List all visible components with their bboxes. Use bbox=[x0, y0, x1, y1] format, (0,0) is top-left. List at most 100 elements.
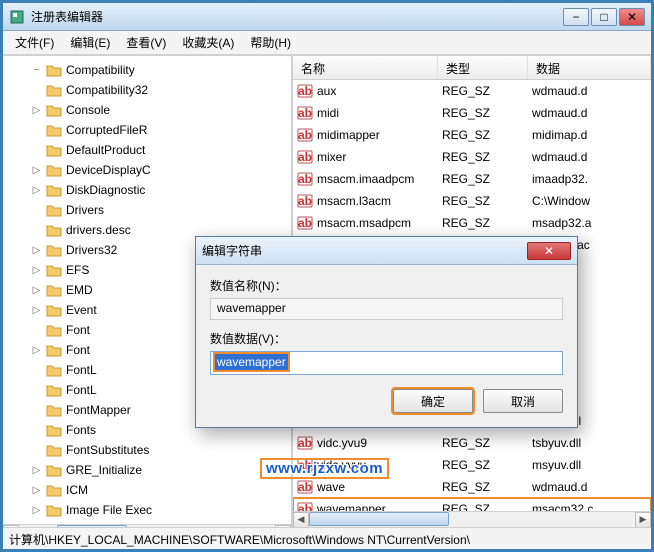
folder-icon bbox=[46, 83, 62, 97]
svg-text:ab: ab bbox=[298, 216, 312, 230]
tree-expander-icon[interactable] bbox=[31, 405, 42, 416]
tree-item[interactable]: Compatibility32 bbox=[3, 80, 291, 100]
list-row[interactable]: abauxREG_SZwdmaud.d bbox=[293, 80, 651, 102]
list-row[interactable]: abmsacm.l3acmREG_SZC:\Window bbox=[293, 190, 651, 212]
tree-expander-icon[interactable] bbox=[31, 365, 42, 376]
list-name: midimapper bbox=[317, 128, 442, 142]
list-name: msacm.l3acm bbox=[317, 194, 442, 208]
list-type: REG_SZ bbox=[442, 436, 532, 450]
tree-item[interactable]: Drivers bbox=[3, 200, 291, 220]
tree-expander-icon[interactable] bbox=[31, 145, 42, 156]
scroll-thumb[interactable] bbox=[57, 525, 127, 528]
list-name: msacm.msadpcm bbox=[317, 216, 442, 230]
folder-icon bbox=[46, 203, 62, 217]
scroll-left-button[interactable]: ◀ bbox=[293, 512, 309, 528]
tree-item-label: Event bbox=[66, 303, 97, 317]
maximize-button[interactable]: □ bbox=[591, 8, 617, 26]
tree-expander-icon[interactable] bbox=[31, 445, 42, 456]
menu-help[interactable]: 帮助(H) bbox=[242, 32, 299, 53]
minimize-button[interactable]: − bbox=[563, 8, 589, 26]
tree-expander-icon[interactable]: ▷ bbox=[31, 465, 42, 476]
tree-item[interactable]: ▷Console bbox=[3, 100, 291, 120]
tree-expander-icon[interactable]: ▷ bbox=[31, 265, 42, 276]
list-row[interactable]: abmidimapperREG_SZmidimap.d bbox=[293, 124, 651, 146]
tree-expander-icon[interactable]: ▷ bbox=[31, 165, 42, 176]
tree-item[interactable]: ▷GRE_Initialize bbox=[3, 460, 291, 480]
tree-item[interactable]: ▷ DiskDiagnostic bbox=[3, 180, 291, 200]
scroll-thumb[interactable] bbox=[309, 512, 449, 526]
list-data: wdmaud.d bbox=[532, 84, 651, 98]
menu-edit[interactable]: 编辑(E) bbox=[62, 32, 118, 53]
list-data: msadp32.a bbox=[532, 216, 651, 230]
col-name[interactable]: 名称 bbox=[293, 56, 438, 79]
tree-item[interactable]: CorruptedFileR bbox=[3, 120, 291, 140]
tree-expander-icon[interactable]: ▷ bbox=[31, 345, 42, 356]
tree-item[interactable]: ▷ICM bbox=[3, 480, 291, 500]
tree-expander-icon[interactable]: ▷ bbox=[31, 505, 42, 516]
tree-expander-icon[interactable] bbox=[31, 225, 42, 236]
tree-expander-icon[interactable]: ▷ bbox=[31, 305, 42, 316]
tree-expander-icon[interactable] bbox=[31, 125, 42, 136]
tree-expander-icon[interactable] bbox=[31, 425, 42, 436]
tree-expander-icon[interactable]: ▷ bbox=[31, 105, 42, 116]
value-data-label: 数值数据(V)： bbox=[210, 330, 563, 347]
col-data[interactable]: 数据 bbox=[528, 56, 651, 79]
tree-expander-icon[interactable]: − bbox=[31, 65, 42, 76]
list-name: aux bbox=[317, 84, 442, 98]
list-hscrollbar[interactable]: ◀ ▶ bbox=[293, 511, 651, 527]
tree-expander-icon[interactable] bbox=[31, 325, 42, 336]
tree-item[interactable]: FontSubstitutes bbox=[3, 440, 291, 460]
list-row[interactable]: abwaveREG_SZwdmaud.d bbox=[293, 476, 651, 498]
scroll-left-button[interactable]: ◀ bbox=[3, 525, 19, 528]
list-type: REG_SZ bbox=[442, 458, 532, 472]
list-row[interactable]: abvidc.yvu9REG_SZtsbyuv.dll bbox=[293, 432, 651, 454]
tree-hscrollbar[interactable]: ◀ ▶ bbox=[3, 524, 291, 527]
list-row[interactable]: abmsacm.imaadpcmREG_SZimaadp32. bbox=[293, 168, 651, 190]
tree-expander-icon[interactable]: ▷ bbox=[31, 185, 42, 196]
tree-item-label: Compatibility bbox=[66, 63, 135, 77]
tree-item-label: DiskDiagnostic bbox=[66, 183, 145, 197]
tree-expander-icon[interactable] bbox=[31, 85, 42, 96]
folder-icon bbox=[46, 183, 62, 197]
dialog-titlebar[interactable]: 编辑字符串 ✕ bbox=[196, 237, 577, 265]
svg-text:ab: ab bbox=[298, 84, 312, 98]
statusbar: 计算机\HKEY_LOCAL_MACHINE\SOFTWARE\Microsof… bbox=[3, 527, 651, 549]
tree-item[interactable]: − Compatibility bbox=[3, 60, 291, 80]
menu-view[interactable]: 查看(V) bbox=[118, 32, 174, 53]
dialog-close-button[interactable]: ✕ bbox=[527, 242, 571, 260]
app-icon bbox=[9, 9, 25, 25]
list-row[interactable]: abmidiREG_SZwdmaud.d bbox=[293, 102, 651, 124]
ok-button[interactable]: 确定 bbox=[393, 389, 473, 413]
svg-text:ab: ab bbox=[298, 150, 312, 164]
tree-item-label: Image File Exec bbox=[66, 503, 152, 517]
tree-item[interactable]: ▷ Image File Exec bbox=[3, 500, 291, 520]
tree-item[interactable]: DefaultProduct bbox=[3, 140, 291, 160]
value-name-label: 数值名称(N)： bbox=[210, 277, 563, 294]
titlebar[interactable]: 注册表编辑器 − □ ✕ bbox=[3, 3, 651, 31]
string-value-icon: ab bbox=[297, 193, 313, 209]
string-value-icon: ab bbox=[297, 501, 313, 511]
scroll-track[interactable] bbox=[19, 525, 275, 528]
close-button[interactable]: ✕ bbox=[619, 8, 645, 26]
tree-expander-icon[interactable]: ▷ bbox=[31, 245, 42, 256]
list-data: msyuv.dll bbox=[532, 458, 651, 472]
folder-icon bbox=[46, 503, 62, 517]
menu-favorites[interactable]: 收藏夹(A) bbox=[174, 32, 242, 53]
scroll-track[interactable] bbox=[309, 512, 635, 528]
tree-item[interactable]: ▷DeviceDisplayC bbox=[3, 160, 291, 180]
folder-icon bbox=[46, 303, 62, 317]
col-type[interactable]: 类型 bbox=[438, 56, 528, 79]
list-row[interactable]: abmsacm.msadpcmREG_SZmsadp32.a bbox=[293, 212, 651, 234]
menu-file[interactable]: 文件(F) bbox=[7, 32, 62, 53]
folder-icon bbox=[46, 163, 62, 177]
tree-expander-icon[interactable] bbox=[31, 205, 42, 216]
cancel-button[interactable]: 取消 bbox=[483, 389, 563, 413]
scroll-right-button[interactable]: ▶ bbox=[635, 512, 651, 528]
tree-expander-icon[interactable]: ▷ bbox=[31, 285, 42, 296]
scroll-right-button[interactable]: ▶ bbox=[275, 525, 291, 528]
tree-expander-icon[interactable] bbox=[31, 385, 42, 396]
tree-expander-icon[interactable]: ▷ bbox=[31, 485, 42, 496]
list-row[interactable]: abmixerREG_SZwdmaud.d bbox=[293, 146, 651, 168]
value-data-field[interactable]: wavemapper bbox=[210, 351, 563, 375]
list-row[interactable]: abwavemapperREG_SZmsacm32.c bbox=[293, 498, 651, 511]
